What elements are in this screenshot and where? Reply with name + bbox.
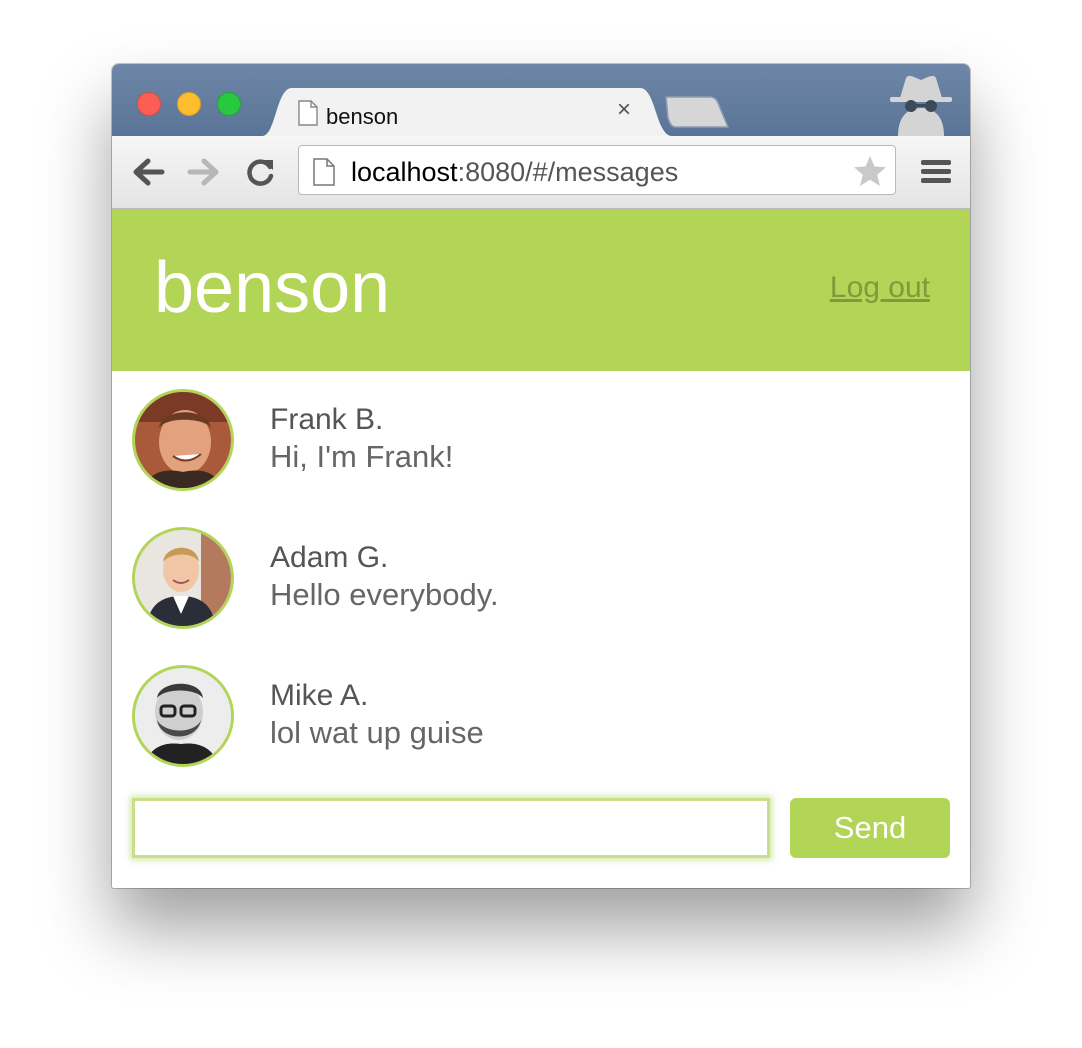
message-author: Adam G. bbox=[270, 541, 389, 574]
tab-close-icon[interactable]: × bbox=[617, 98, 631, 122]
close-window-button[interactable] bbox=[137, 92, 161, 116]
page-icon bbox=[313, 158, 335, 191]
bookmark-star-icon[interactable] bbox=[853, 155, 887, 192]
message-item: Mike A. lol wat up guise bbox=[112, 647, 970, 767]
menu-icon[interactable] bbox=[920, 158, 952, 191]
zoom-window-button[interactable] bbox=[217, 92, 241, 116]
app-header: benson Log out bbox=[112, 209, 970, 371]
avatar bbox=[132, 665, 234, 767]
url-text: localhost:8080/#/messages bbox=[351, 157, 678, 188]
message-author: Mike A. bbox=[270, 679, 369, 712]
browser-window: benson × localhost:8080/#/messages benso… bbox=[112, 64, 970, 888]
address-bar[interactable]: localhost:8080/#/messages bbox=[298, 145, 896, 195]
message-text: lol wat up guise bbox=[270, 715, 484, 750]
minimize-window-button[interactable] bbox=[177, 92, 201, 116]
avatar bbox=[132, 527, 234, 629]
avatar bbox=[132, 389, 234, 491]
message-input[interactable] bbox=[132, 798, 770, 858]
url-path: :8080/#/messages bbox=[457, 157, 679, 187]
url-host: localhost bbox=[351, 157, 458, 187]
app-title: benson bbox=[154, 248, 391, 328]
title-bar: benson × bbox=[112, 64, 970, 136]
forward-icon[interactable] bbox=[186, 156, 222, 193]
message-text: Hi, I'm Frank! bbox=[270, 439, 454, 474]
reload-icon[interactable] bbox=[244, 156, 276, 193]
browser-toolbar: localhost:8080/#/messages bbox=[112, 136, 970, 209]
browser-tab[interactable]: benson × bbox=[262, 88, 672, 136]
message-item: Adam G. Hello everybody. bbox=[112, 509, 970, 629]
back-icon[interactable] bbox=[130, 156, 166, 193]
message-item: Frank B. Hi, I'm Frank! bbox=[112, 371, 970, 491]
new-tab-button[interactable] bbox=[664, 96, 730, 133]
send-button[interactable]: Send bbox=[790, 798, 950, 858]
message-text: Hello everybody. bbox=[270, 577, 499, 612]
incognito-icon bbox=[884, 74, 958, 141]
tab-title: benson bbox=[326, 104, 399, 129]
logout-link[interactable]: Log out bbox=[830, 271, 930, 305]
message-author: Frank B. bbox=[270, 403, 384, 436]
